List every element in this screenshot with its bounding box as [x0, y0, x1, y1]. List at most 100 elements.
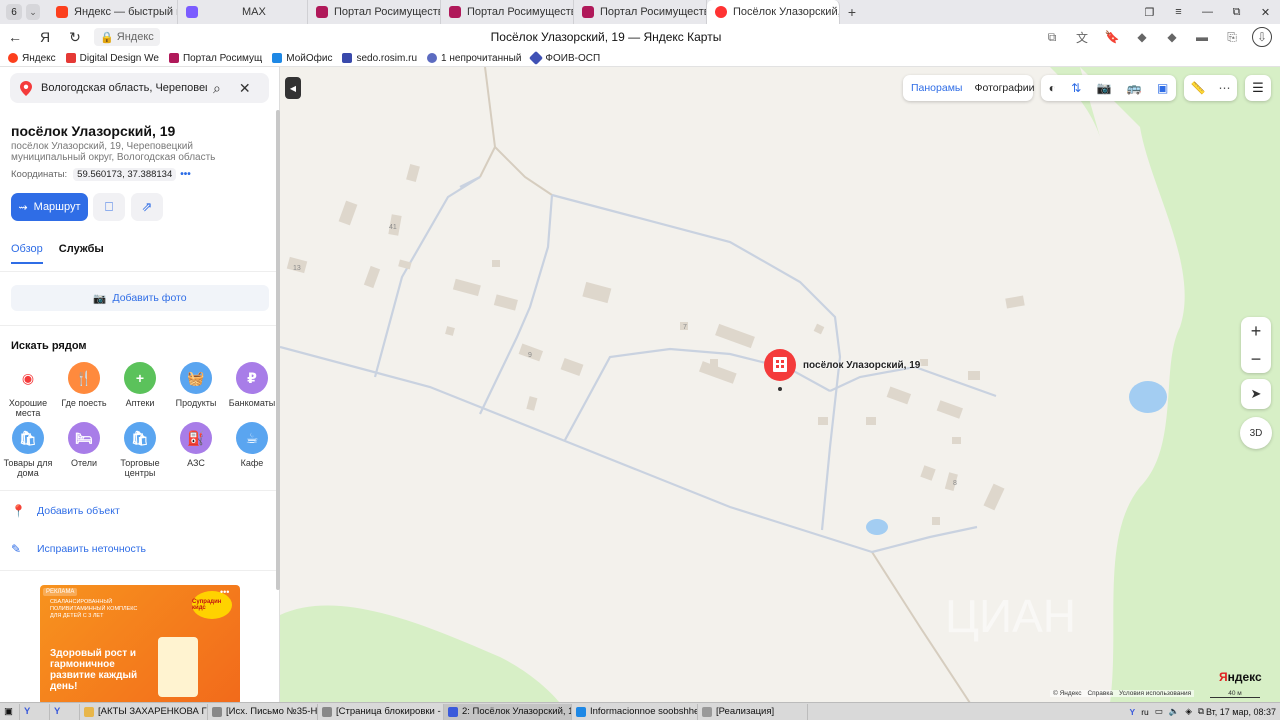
terms-link[interactable]: Условия использования [1119, 690, 1191, 697]
restore-icon[interactable]: ⧉ [1222, 6, 1251, 19]
category-good-places[interactable]: ◉ Хорошие места [0, 362, 56, 418]
help-link[interactable]: Справка [1087, 690, 1113, 697]
taskbar-window[interactable]: [Исх. Письмо №35-НМ-0... [208, 703, 318, 720]
hamburger-menu-icon[interactable]: ☰ [1245, 75, 1271, 101]
browser-tab-active[interactable]: Посёлок Улазорский, 1 ✕ [707, 0, 840, 24]
tab-services[interactable]: Службы [59, 243, 104, 264]
volume-icon[interactable]: 🔈 [1169, 706, 1180, 717]
taskbar-window-active[interactable]: 2: Посёлок Улазорский, 1... [444, 703, 572, 720]
collapse-sidebar-button[interactable]: ◀ [285, 77, 301, 99]
yandex-browser-icon[interactable]: Y [50, 703, 80, 720]
more-icon[interactable]: ••• [180, 169, 191, 180]
bookmark-icon[interactable]: 🔖 [1102, 27, 1122, 47]
taskbar-window[interactable]: [Страница блокировки - ... [318, 703, 444, 720]
category-home-goods[interactable]: 🛍 Товары для дома [0, 422, 56, 478]
bookmark-item[interactable]: Портал Росимущ [168, 53, 262, 64]
category-pharmacy[interactable]: + Аптеки [112, 362, 168, 408]
bookmark-item[interactable]: МойОфис [272, 53, 332, 64]
photos-button[interactable]: Фотографии [974, 82, 1034, 94]
category-malls[interactable]: 🛍 Торговые центры [112, 422, 168, 478]
3d-button[interactable]: 3D [1240, 417, 1272, 449]
more-icon[interactable]: ••• [220, 587, 229, 597]
close-window-icon[interactable]: ✕ [1251, 6, 1280, 19]
close-icon[interactable]: ✕ [239, 80, 251, 97]
advertisement-banner[interactable]: РЕКЛАМА СБАЛАНСИРОВАННЫЙ ПОЛИВИТАМИННЫЙ … [40, 585, 240, 703]
browser-tab[interactable]: MAX [178, 0, 308, 24]
coords-value[interactable]: 59.560173, 37.388134 [73, 168, 177, 181]
add-photo-button[interactable]: 📷 Добавить фото [11, 285, 269, 311]
download-icon[interactable]: ⇩ [1252, 27, 1272, 47]
extension-icon[interactable]: ▬ [1192, 27, 1212, 47]
monitor-icon[interactable]: ▭ [1155, 706, 1163, 717]
zoom-in-button[interactable]: + [1241, 317, 1271, 345]
network-icon[interactable]: ⧉ [1198, 706, 1204, 717]
map-canvas[interactable]: 41 13 7 9 8 ЦИАН [280, 67, 1280, 703]
browser-tab[interactable]: Портал Росимущества [308, 0, 441, 24]
address-chip[interactable]: 🔒 Яндекс [94, 28, 160, 46]
browser-tab[interactable]: Яндекс — быстрый поиск [48, 0, 178, 24]
search-box[interactable]: Вологодская область, Череповецкий ⌕ ✕ [10, 73, 269, 103]
extension-icon[interactable]: ◆ [1132, 27, 1152, 47]
yandex-browser-icon[interactable]: Y [20, 703, 50, 720]
minimize-icon[interactable]: — [1193, 6, 1222, 18]
browser-tab[interactable]: Портал Росимущества [574, 0, 707, 24]
rosim-favicon-icon [316, 6, 328, 18]
more-icon[interactable]: ⋯ [1218, 81, 1230, 95]
fix-error-link[interactable]: ✎ Исправить неточность [11, 542, 146, 556]
bookmark-item[interactable]: Digital Design We [65, 53, 159, 64]
category-atm[interactable]: ₽ Банкоматы [224, 362, 279, 408]
browser-tab[interactable]: Портал Росимущества [441, 0, 574, 24]
document-icon [212, 706, 222, 717]
category-groceries[interactable]: 🧺 Продукты [168, 362, 224, 408]
layers-icon[interactable]: ▣ [1157, 81, 1168, 95]
category-cafe[interactable]: ☕ Кафе [224, 422, 279, 468]
camera-icon[interactable]: 📷 [1097, 81, 1112, 95]
category-hotels[interactable]: 🛏 Отели [56, 422, 112, 468]
marker-label[interactable]: посёлок Улазорский, 19 [803, 360, 920, 371]
category-gas[interactable]: ⛽ АЗС [168, 422, 224, 468]
location-marker[interactable] [764, 349, 796, 391]
new-tab-icon[interactable]: + [840, 4, 864, 20]
zoom-out-button[interactable]: − [1241, 345, 1271, 373]
back-icon[interactable]: ← [0, 29, 30, 45]
extension-icon[interactable]: ◆ [1162, 27, 1182, 47]
tab-search-icon[interactable]: ❐ [1135, 6, 1164, 19]
language-indicator[interactable]: ru [1141, 707, 1149, 717]
add-object-link[interactable]: 📍 Добавить объект [11, 504, 120, 518]
bookmark-item[interactable]: 1 непрочитанный [427, 53, 521, 64]
yandex-tray-icon[interactable]: Y [1130, 707, 1136, 717]
panorama-icon[interactable]: ◐ [1049, 81, 1056, 95]
panoramas-button[interactable]: Панорамы [911, 82, 962, 94]
bookmark-button[interactable]: ⎕ [93, 193, 125, 221]
reader-icon[interactable]: ⧉ [1042, 27, 1062, 47]
ruler-icon[interactable]: 📏 [1191, 81, 1206, 95]
extension-icon[interactable]: ⎘ [1222, 27, 1242, 47]
bookmark-item[interactable]: ФОИВ-ОСП [529, 50, 600, 66]
taskbar-window[interactable]: [Реализация] [698, 703, 808, 720]
traffic-icon[interactable]: ⇅ [1071, 81, 1081, 95]
menu-icon[interactable]: ≡ [1164, 6, 1193, 18]
yandex-logo: Яндекс [1219, 670, 1262, 684]
tab-counter[interactable]: 6 [6, 4, 22, 20]
taskbar-window[interactable]: [АКТЫ ЗАХАРЕНКОВА ГРА... [80, 703, 208, 720]
reload-icon[interactable]: ↻ [60, 29, 90, 46]
bookmark-item[interactable]: Яндекс [8, 53, 56, 64]
app-tray-icon[interactable]: ◈ [1185, 706, 1192, 717]
transit-icon[interactable]: 🚌 [1127, 81, 1142, 95]
search-input[interactable]: Вологодская область, Череповецкий [41, 82, 207, 94]
clock[interactable]: Вт, 17 мар, 08:37 [1206, 707, 1276, 717]
locate-me-icon[interactable]: ➤ [1241, 379, 1271, 409]
route-button[interactable]: ⇝ Маршрут [11, 193, 88, 221]
sidebar-scrollbar[interactable] [276, 110, 280, 590]
yandex-home-icon[interactable]: Я [30, 29, 60, 45]
chevron-down-icon[interactable]: ⌄ [26, 4, 40, 20]
tab-overview[interactable]: Обзор [11, 243, 43, 264]
map-tools-extra: 📏 ⋯ [1184, 75, 1237, 101]
share-button[interactable]: ⇗ [131, 193, 163, 221]
translate-icon[interactable]: 文 [1072, 27, 1092, 47]
desktop-icon[interactable]: ▣ [0, 703, 20, 720]
taskbar-window[interactable]: Informacionnoe soobshhe... [572, 703, 698, 720]
bookmark-item[interactable]: sedo.rosim.ru [342, 53, 417, 64]
search-icon[interactable]: ⌕ [213, 80, 221, 97]
category-food[interactable]: 🍴 Где поесть [56, 362, 112, 408]
